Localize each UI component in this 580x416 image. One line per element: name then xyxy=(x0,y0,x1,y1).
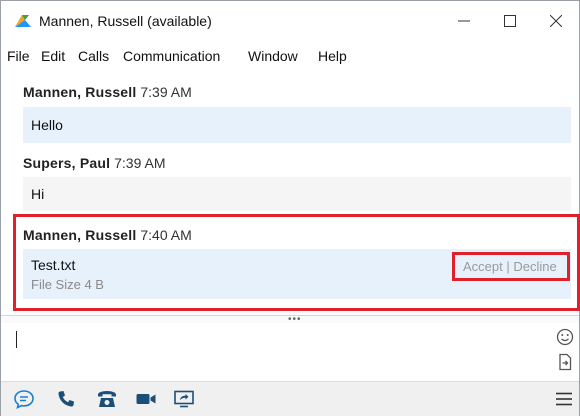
desk-phone-button[interactable] xyxy=(96,389,118,409)
app-logo-icon xyxy=(15,15,31,27)
video-camera-icon xyxy=(136,394,156,404)
message-input[interactable] xyxy=(1,323,579,377)
close-icon xyxy=(550,15,562,27)
minimize-button[interactable] xyxy=(441,1,487,41)
message-header: Supers, Paul 7:39 AM xyxy=(23,155,165,171)
maximize-icon xyxy=(504,15,516,27)
menu-button[interactable] xyxy=(553,389,575,409)
menu-edit[interactable]: Edit xyxy=(41,48,65,64)
video-button[interactable] xyxy=(135,389,157,409)
sender-name: Mannen, Russell xyxy=(23,84,137,100)
message-time: 7:39 AM xyxy=(114,155,166,171)
screen-share-icon xyxy=(174,390,194,408)
pane-splitter[interactable]: ••• xyxy=(1,315,579,325)
message-bubble: Hi xyxy=(23,177,571,211)
close-button[interactable] xyxy=(533,1,579,41)
chat-bubble-icon xyxy=(14,390,34,409)
minimize-icon xyxy=(458,20,470,22)
send-file-icon[interactable] xyxy=(556,353,574,371)
desk-phone-icon xyxy=(98,391,116,407)
title-bar[interactable]: Mannen, Russell (available) xyxy=(1,1,579,41)
highlight-frame-actions xyxy=(452,252,570,281)
maximize-button[interactable] xyxy=(487,1,533,41)
menu-window[interactable]: Window xyxy=(248,48,298,64)
text-caret xyxy=(16,331,17,348)
message-bubble: Hello xyxy=(23,107,571,143)
hamburger-menu-icon xyxy=(556,392,572,406)
chat-button[interactable] xyxy=(13,389,35,409)
message-time: 7:39 AM xyxy=(140,84,192,100)
message-header: Mannen, Russell 7:39 AM xyxy=(23,84,192,100)
menu-file[interactable]: File xyxy=(7,48,30,64)
menu-bar: File Edit Calls Communication Window Hel… xyxy=(1,45,579,67)
call-button[interactable] xyxy=(55,389,77,409)
menu-help[interactable]: Help xyxy=(318,48,347,64)
emoji-icon[interactable] xyxy=(556,328,574,346)
message-text: Hi xyxy=(31,186,45,202)
bottom-toolbar xyxy=(1,381,579,416)
message-text: Hello xyxy=(31,117,63,133)
screen-share-button[interactable] xyxy=(173,389,195,409)
chat-window: Mannen, Russell (available) File Edit Ca… xyxy=(0,0,580,416)
phone-icon xyxy=(58,391,74,407)
window-title: Mannen, Russell (available) xyxy=(39,13,212,29)
menu-calls[interactable]: Calls xyxy=(78,48,109,64)
menu-communication[interactable]: Communication xyxy=(123,48,220,64)
sender-name: Supers, Paul xyxy=(23,155,111,171)
